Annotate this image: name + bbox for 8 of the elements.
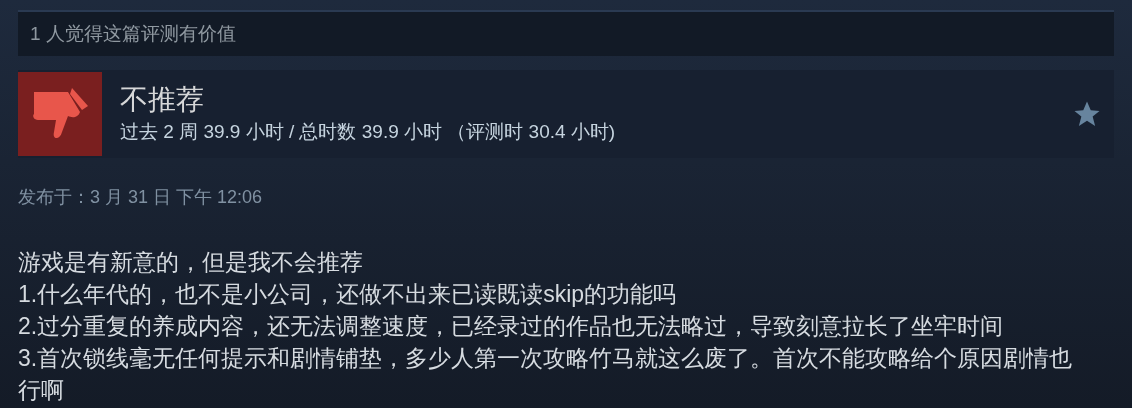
review-paragraph: 3.首次锁线毫无任何提示和剧情铺垫，多少人第一次攻略竹马就这么废了。首次不能攻略给个原因剧情也行啊	[18, 344, 1074, 405]
review-paragraph: 2.过分重复的养成内容，还无法调整速度，已经录过的作品也无法略过，导致刻意拉长了坐牢时间	[18, 312, 1005, 341]
verdict-title: 不推荐	[120, 83, 205, 117]
posted-date: 发布于：3 月 31 日 下午 12:06	[18, 186, 264, 209]
playtime-text: 过去 2 周 39.9 小时 / 总时数 39.9 小时 （评测时 30.4 小时)	[120, 120, 616, 144]
helpful-count-text: 1 人觉得这篇评测有价值	[30, 21, 236, 46]
review-paragraph: 1.什么年代的，也不是小公司，还做不出来已读既读skip的功能吗	[18, 280, 678, 309]
review-paragraph: 游戏是有新意的，但是我不会推荐	[18, 248, 364, 277]
